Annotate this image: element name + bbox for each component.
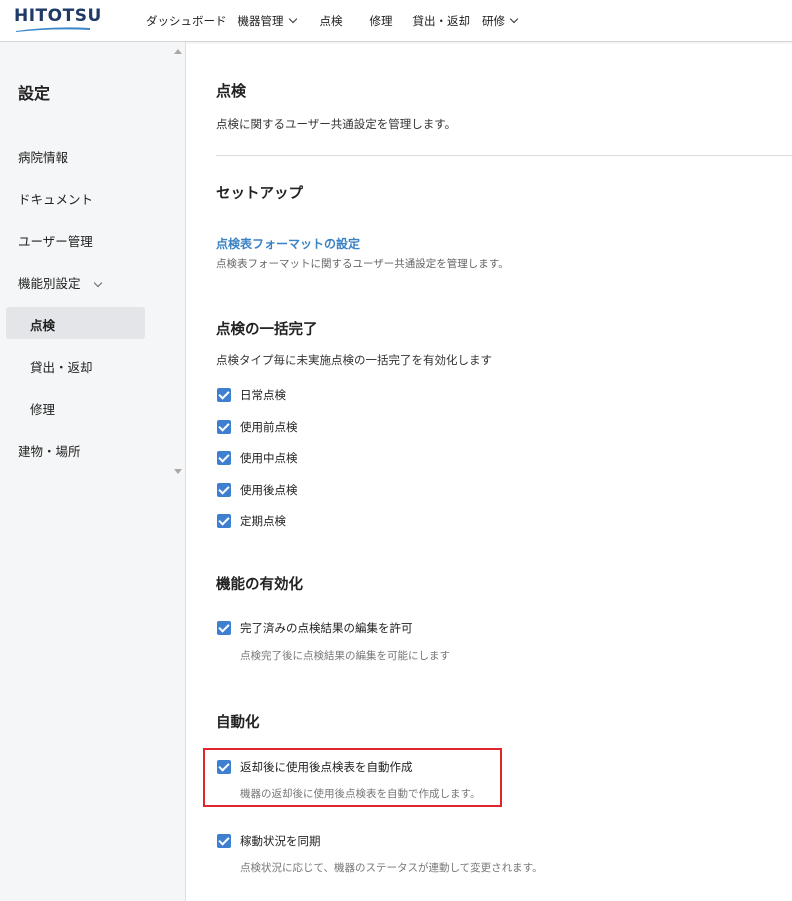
inspection-format-description: 点検表フォーマットに関するユーザー共通設定を管理します。: [216, 258, 509, 270]
checkbox-row-allow-edit: 完了済みの点検結果の編集を許可: [217, 620, 413, 636]
sync-status-description: 点検状況に応じて、機器のステータスが連動して変更されます。: [240, 862, 543, 874]
checkbox-row-daily: 日常点検: [217, 387, 286, 403]
main-content: 点検 点検に関するユーザー共通設定を管理します。 セットアップ 点検表フォーマッ…: [187, 42, 792, 901]
sidebar-item-buildings[interactable]: 建物・場所: [18, 441, 81, 460]
checkbox-label: 使用中点検: [240, 451, 298, 465]
allow-edit-description: 点検完了後に点検結果の編集を可能にします: [240, 650, 450, 662]
sidebar-item-label: 機能別設定: [18, 276, 81, 291]
scroll-up-arrow-icon[interactable]: [174, 49, 182, 54]
page-title: 点検: [216, 82, 247, 100]
nav-equipment[interactable]: 機器管理: [237, 13, 297, 29]
section-heading-automation: 自動化: [216, 715, 260, 731]
checkbox-row-post-use: 使用後点検: [217, 482, 298, 498]
chevron-down-icon: [93, 278, 102, 287]
main-nav: ダッシュボード 機器管理 点検 修理 貸出・返却 研修: [146, 0, 519, 42]
logo-swoosh-icon: [16, 27, 90, 32]
sidebar-item-documents[interactable]: ドキュメント: [18, 189, 93, 208]
checkbox-row-auto-create: 返却後に使用後点検表を自動作成: [217, 759, 413, 775]
nav-inspection-label: 点検: [319, 14, 343, 28]
sidebar-item-hospital-info[interactable]: 病院情報: [18, 147, 68, 166]
page-description: 点検に関するユーザー共通設定を管理します。: [216, 117, 457, 131]
nav-repair-label: 修理: [369, 14, 393, 28]
checkbox-in-use-inspection[interactable]: [217, 451, 231, 465]
nav-training[interactable]: 研修: [482, 13, 519, 29]
checkbox-auto-create-post-use[interactable]: [217, 760, 231, 774]
sidebar-item-lending[interactable]: 貸出・返却: [30, 357, 93, 376]
nav-lending-label: 貸出・返却: [412, 14, 471, 28]
settings-sidebar: 設定 病院情報 ドキュメント ユーザー管理 機能別設定 点検 貸出・返却 修理 …: [0, 42, 186, 901]
auto-create-description: 機器の返却後に使用後点検表を自動で作成します。: [240, 788, 481, 800]
chevron-down-icon: [509, 14, 519, 24]
checkbox-label: 返却後に使用後点検表を自動作成: [240, 760, 413, 774]
section-heading-bulk-complete: 点検の一括完了: [216, 322, 318, 338]
nav-inspection[interactable]: 点検: [320, 13, 343, 29]
checkbox-allow-edit-results[interactable]: [217, 621, 231, 635]
checkbox-label: 使用後点検: [240, 483, 298, 497]
checkbox-row-pre-use: 使用前点検: [217, 419, 298, 435]
checkbox-row-in-use: 使用中点検: [217, 450, 298, 466]
checkbox-row-sync-status: 稼動状況を同期: [217, 833, 321, 849]
sidebar-item-user-management[interactable]: ユーザー管理: [18, 231, 93, 250]
checkbox-label: 完了済みの点検結果の編集を許可: [240, 621, 413, 635]
checkbox-daily-inspection[interactable]: [217, 388, 231, 402]
checkbox-sync-status[interactable]: [217, 834, 231, 848]
top-bar: HITOTSU ダッシュボード 機器管理 点検 修理 貸出・返却 研修: [0, 0, 792, 42]
checkbox-label: 稼動状況を同期: [240, 834, 321, 848]
bulk-complete-description: 点検タイプ毎に未実施点検の一括完了を有効化します: [216, 353, 492, 367]
sidebar-item-inspection[interactable]: 点検: [30, 315, 55, 334]
nav-dashboard[interactable]: ダッシュボード: [146, 13, 227, 29]
inspection-format-link[interactable]: 点検表フォーマットの設定: [216, 235, 360, 252]
chevron-down-icon: [288, 14, 297, 24]
nav-repair[interactable]: 修理: [370, 13, 393, 29]
checkbox-label: 使用前点検: [240, 420, 298, 434]
nav-dashboard-label: ダッシュボード: [146, 14, 227, 28]
checkbox-label: 日常点検: [240, 388, 286, 402]
checkbox-pre-use-inspection[interactable]: [217, 420, 231, 434]
sidebar-item-repair[interactable]: 修理: [30, 399, 55, 418]
hitotsu-logo[interactable]: HITOTSU: [14, 6, 102, 34]
nav-training-label: 研修: [482, 14, 505, 28]
divider: [216, 155, 792, 156]
sidebar-title: 設定: [18, 84, 51, 103]
section-heading-setup: セットアップ: [216, 186, 303, 202]
section-heading-features: 機能の有効化: [216, 577, 303, 593]
nav-lending[interactable]: 貸出・返却: [413, 13, 471, 29]
active-item-highlight: [6, 307, 145, 339]
checkbox-row-periodic: 定期点検: [217, 513, 286, 529]
logo-text: HITOTSU: [14, 6, 102, 26]
scroll-down-arrow-icon[interactable]: [174, 469, 182, 474]
sidebar-item-feature-settings[interactable]: 機能別設定: [18, 273, 102, 292]
checkbox-label: 定期点検: [240, 514, 286, 528]
nav-equipment-label: 機器管理: [237, 14, 284, 28]
checkbox-periodic-inspection[interactable]: [217, 514, 231, 528]
checkbox-post-use-inspection[interactable]: [217, 483, 231, 497]
